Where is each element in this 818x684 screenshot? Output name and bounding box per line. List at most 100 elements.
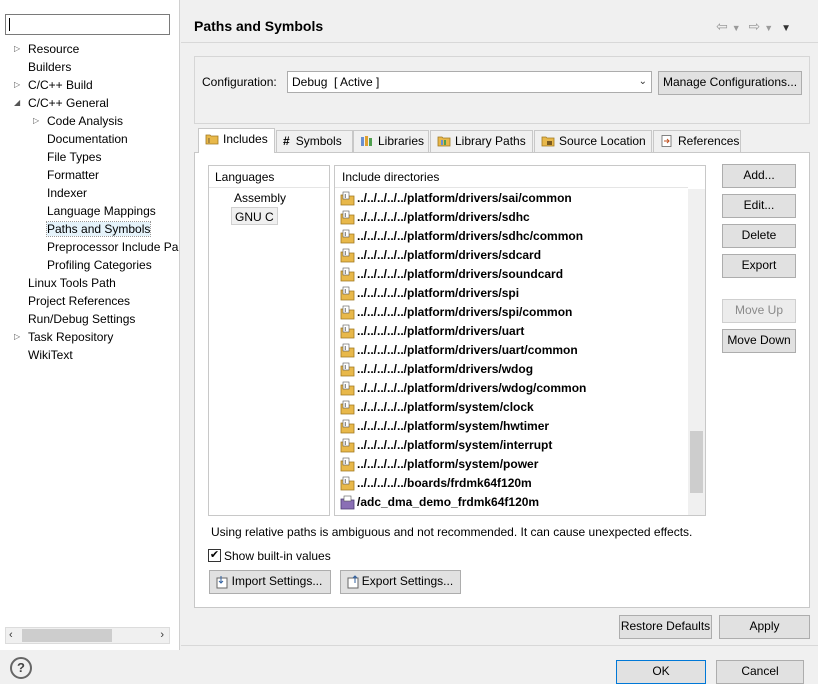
- tab-label: References: [678, 134, 740, 148]
- collapse-twisty-icon[interactable]: ◢: [14, 94, 20, 112]
- expand-twisty-icon[interactable]: ▷: [33, 112, 39, 130]
- include-folder-icon: I: [340, 476, 355, 491]
- vertical-scrollbar[interactable]: [688, 189, 705, 515]
- include-directories-header: Include directories: [335, 166, 688, 188]
- library-paths-icon: [437, 136, 451, 147]
- include-path: ../../../../../platform/drivers/uart/com…: [357, 343, 578, 357]
- dropdown-icon[interactable]: ▼: [732, 23, 741, 33]
- hash-icon: #: [283, 134, 290, 148]
- languages-header: Languages: [209, 166, 329, 188]
- tree-item-label: File Types: [47, 150, 102, 164]
- apply-button[interactable]: Apply: [719, 615, 810, 639]
- tree-item[interactable]: Linux Tools Path: [28, 274, 116, 292]
- include-path: ../../../../../platform/system/clock: [357, 400, 534, 414]
- tab-label: Libraries: [378, 134, 425, 148]
- include-folder-icon: I: [340, 229, 355, 244]
- tree-item-label: WikiText: [28, 348, 73, 362]
- include-folder-icon: I: [340, 210, 355, 225]
- add-button[interactable]: Add...: [722, 164, 796, 188]
- scrollbar-thumb[interactable]: [690, 431, 703, 493]
- export-button[interactable]: Export: [722, 254, 796, 278]
- project-icon: [340, 495, 355, 510]
- include-folder-icon: I: [340, 343, 355, 358]
- title-separator: [181, 42, 818, 43]
- language-assembly[interactable]: Assembly: [234, 189, 286, 207]
- include-path: ../../../../../platform/drivers/wdog/com…: [357, 381, 587, 395]
- tree-item-label: Formatter: [47, 168, 100, 182]
- include-folder-icon: I: [340, 381, 355, 396]
- manage-configurations-button[interactable]: Manage Configurations...: [658, 71, 802, 95]
- tab-library-paths[interactable]: Library Paths: [430, 130, 533, 152]
- tab-source-location[interactable]: Source Location: [534, 130, 652, 152]
- import-settings-button[interactable]: Import Settings...: [209, 570, 331, 594]
- expand-twisty-icon[interactable]: ▷: [14, 40, 20, 58]
- include-path: ../../../../../platform/drivers/spi: [357, 286, 520, 300]
- tree-item[interactable]: Profiling Categories: [47, 256, 152, 274]
- scroll-right-icon[interactable]: ›: [160, 628, 164, 643]
- expand-twisty-icon[interactable]: ▷: [14, 328, 20, 346]
- cancel-button[interactable]: Cancel: [716, 660, 804, 684]
- tab-symbols[interactable]: # Symbols: [276, 130, 353, 152]
- tree-item[interactable]: Indexer: [47, 184, 87, 202]
- tree-item[interactable]: Preprocessor Include Pa: [47, 238, 178, 256]
- libraries-icon: [361, 136, 372, 146]
- export-settings-button[interactable]: Export Settings...: [340, 570, 461, 594]
- move-up-button[interactable]: Move Up: [722, 299, 796, 323]
- include-path: ../../../../../platform/drivers/sdcard: [357, 248, 542, 262]
- help-icon[interactable]: ?: [10, 657, 32, 679]
- export-settings-label: Export Settings...: [361, 574, 454, 588]
- include-folder-icon: I: [340, 286, 355, 301]
- restore-defaults-button[interactable]: Restore Defaults: [619, 615, 712, 639]
- scroll-left-icon[interactable]: ‹: [9, 628, 13, 643]
- horizontal-scrollbar[interactable]: ‹ ›: [5, 627, 170, 644]
- tree-item[interactable]: Language Mappings: [47, 202, 156, 220]
- tree-item[interactable]: ▷ Code Analysis: [33, 112, 124, 130]
- tree-item[interactable]: ▷ Task Repository: [14, 328, 113, 346]
- tree-item[interactable]: Run/Debug Settings: [28, 310, 135, 328]
- includes-folder-icon: I: [205, 134, 219, 145]
- tree-item[interactable]: Project References: [28, 292, 130, 310]
- tree-item-label: Code Analysis: [47, 114, 124, 128]
- ok-button[interactable]: OK: [616, 660, 706, 684]
- tree-item-label: Profiling Categories: [47, 258, 152, 272]
- configuration-value: Debug [ Active ]: [292, 75, 380, 89]
- include-path: ../../../../../platform/drivers/sdhc: [357, 210, 530, 224]
- move-down-button[interactable]: Move Down: [722, 329, 796, 353]
- dropdown-icon[interactable]: ▼: [764, 23, 773, 33]
- view-menu-icon[interactable]: ▼: [781, 23, 791, 34]
- tree-item[interactable]: WikiText: [28, 346, 73, 364]
- tab-references[interactable]: References: [653, 130, 741, 152]
- tree-item[interactable]: Formatter: [47, 166, 99, 184]
- language-gnu-c[interactable]: GNU C: [231, 207, 278, 225]
- configuration-label: Configuration:: [202, 75, 277, 89]
- tab-label: Symbols: [295, 134, 342, 148]
- relative-path-warning: Using relative paths is ambiguous and no…: [211, 525, 693, 539]
- tab-includes[interactable]: I Includes: [198, 128, 275, 153]
- expand-twisty-icon[interactable]: ▷: [14, 76, 20, 94]
- include-folder-icon: I: [340, 400, 355, 415]
- property-tree-panel: ▷ Resource Builders ▷ C/C++ Build ◢ C/C++ Gene…: [0, 0, 180, 650]
- configuration-select[interactable]: Debug [ Active ] ⌄: [287, 71, 652, 93]
- page-title: Paths and Symbols: [194, 18, 324, 34]
- tree-item-label: Resource: [28, 42, 80, 56]
- delete-button[interactable]: Delete: [722, 224, 796, 248]
- tab-libraries[interactable]: Libraries: [353, 130, 429, 152]
- tree-item[interactable]: ▷ Resource: [14, 40, 80, 58]
- tree-item[interactable]: File Types: [47, 148, 101, 166]
- scrollbar-thumb[interactable]: [22, 629, 112, 642]
- tree-item-label: Builders: [28, 60, 72, 74]
- tree-item[interactable]: ▷ C/C++ Build: [14, 76, 93, 94]
- tree-item[interactable]: Builders: [28, 58, 71, 76]
- svg-text:I: I: [208, 138, 210, 145]
- back-arrow-icon[interactable]: ⇦: [716, 18, 728, 34]
- tree-item[interactable]: Paths and Symbols: [45, 220, 152, 238]
- tree-item[interactable]: Documentation: [47, 130, 128, 148]
- filter-input[interactable]: [5, 14, 170, 35]
- include-folder-icon: I: [340, 457, 355, 472]
- import-icon: [216, 576, 228, 589]
- show-builtin-checkbox[interactable]: ✔: [208, 549, 221, 562]
- tree-item-label: Linux Tools Path: [28, 276, 116, 290]
- edit-button[interactable]: Edit...: [722, 194, 796, 218]
- forward-arrow-icon[interactable]: ⇨: [749, 18, 761, 34]
- tree-item[interactable]: ◢ C/C++ General: [14, 94, 109, 112]
